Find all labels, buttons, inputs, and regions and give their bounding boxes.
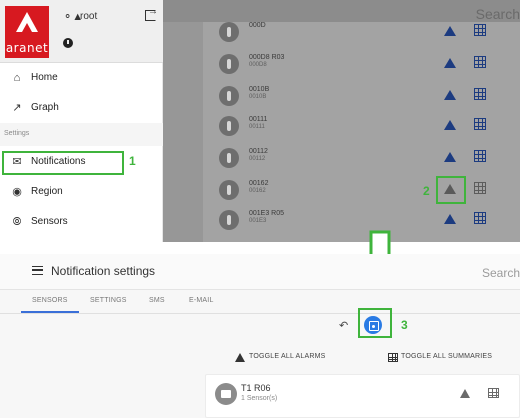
summary-toggle-icon[interactable] <box>474 212 486 224</box>
thermometer-icon <box>219 22 239 42</box>
thermometer-icon <box>219 54 239 74</box>
marker-3: 3 <box>401 318 408 332</box>
marker-2: 2 <box>423 184 430 198</box>
sensor-row[interactable]: 00162 00162 <box>203 176 520 208</box>
summary-grid-icon <box>388 353 398 362</box>
summary-toggle-icon[interactable] <box>474 24 486 36</box>
sidebar-item-label: Home <box>31 72 58 83</box>
logout-icon[interactable] <box>145 6 158 21</box>
sidebar-header: aranet ⚬▲ root <box>0 0 163 63</box>
highlight-notifications <box>2 151 124 175</box>
active-tab-indicator <box>21 311 79 313</box>
clock-icon[interactable] <box>63 38 73 48</box>
aranet-logo: aranet <box>5 6 49 58</box>
alarm-toggle-icon[interactable] <box>444 120 456 130</box>
sensor-id: 001E3 <box>249 218 267 224</box>
menu-icon[interactable] <box>32 266 43 275</box>
alarm-toggle-icon[interactable] <box>460 389 470 398</box>
logo-text: aranet <box>5 41 49 55</box>
summary-toggle-icon[interactable] <box>474 150 486 162</box>
sensor-id: 0010B <box>249 94 267 100</box>
alarm-toggle-icon[interactable] <box>444 152 456 162</box>
thermometer-icon <box>219 148 239 168</box>
page-title: Notification settings <box>51 264 156 278</box>
sidebar-item-sensors[interactable]: ⦾ Sensors <box>0 208 163 237</box>
sensor-name: 00162 <box>249 180 269 187</box>
folder-icon <box>215 383 237 405</box>
tab-sms[interactable]: SMS <box>149 297 165 304</box>
toggle-all-alarms-button[interactable]: TOGGLE ALL ALARMS <box>249 353 326 360</box>
toggle-all-summaries-button[interactable]: TOGGLE ALL SUMMARIES <box>401 353 492 360</box>
tab-bar: SENSORS SETTINGS SMS E-MAIL <box>0 290 520 314</box>
search-input[interactable]: Search <box>482 266 520 280</box>
tab-sensors[interactable]: SENSORS <box>32 297 68 304</box>
group-name: T1 R06 <box>241 383 271 393</box>
undo-icon[interactable]: ↶ <box>339 319 348 332</box>
home-icon: ⌂ <box>13 72 21 84</box>
sensor-row[interactable]: 000D <box>203 18 520 50</box>
alarm-toggle-icon[interactable] <box>444 26 456 36</box>
alarm-toggle-icon[interactable] <box>444 58 456 68</box>
thermometer-icon <box>219 180 239 200</box>
summary-toggle-icon[interactable] <box>474 118 486 130</box>
sensor-id: 00162 <box>249 188 266 194</box>
highlight-alarm-00162 <box>436 176 466 204</box>
sensor-name: 00111 <box>249 116 268 123</box>
user-name: root <box>80 11 98 22</box>
sensor-name: 001E3 R05 <box>249 210 285 217</box>
thermometer-icon <box>219 86 239 106</box>
list-item[interactable]: T1 R06 1 Sensor(s) <box>205 374 520 418</box>
sidebar-item-label: Region <box>31 186 63 197</box>
tab-email[interactable]: E-MAIL <box>189 297 214 304</box>
graph-icon: ↗ <box>12 102 22 114</box>
sidebar-item-graph[interactable]: ↗ Graph <box>0 94 163 123</box>
sensor-id: 00112 <box>249 156 266 162</box>
alarm-icon <box>235 353 245 362</box>
region-icon: ◉ <box>12 186 22 198</box>
sensor-row[interactable]: 0010B 0010B <box>203 82 520 114</box>
group-sensor-count: 1 Sensor(s) <box>241 395 278 402</box>
sensor-name: 000D <box>249 22 266 29</box>
highlight-save-button <box>358 308 392 338</box>
screenshot-top: Search 000D 000D8 R03 000D8 0010B 0010B 00111… <box>0 0 520 242</box>
marker-1: 1 <box>129 154 136 168</box>
sensor-name: 00112 <box>249 148 268 155</box>
sensor-id: 000D8 <box>249 62 267 68</box>
thermometer-icon <box>219 210 239 230</box>
summary-toggle-icon[interactable] <box>474 88 486 100</box>
sidebar: aranet ⚬▲ root ⌂ Home ↗ Graph Settings ✉… <box>0 0 163 242</box>
sidebar-item-label: Sensors <box>31 216 68 227</box>
sensor-name: 0010B <box>249 86 270 93</box>
sidebar-item-home[interactable]: ⌂ Home <box>0 64 163 93</box>
sidebar-item-label: Graph <box>31 102 59 113</box>
section-label-settings: Settings <box>4 130 30 137</box>
summary-toggle-icon[interactable] <box>474 56 486 68</box>
alarm-toggle-icon[interactable] <box>444 90 456 100</box>
screenshot-bottom: Notification settings Search SENSORS SET… <box>0 254 520 418</box>
sensors-icon: ⦾ <box>12 216 22 228</box>
sensor-id: 00111 <box>249 124 265 130</box>
summary-toggle-icon[interactable] <box>488 388 499 398</box>
alarm-toggle-icon[interactable] <box>444 214 456 224</box>
sensor-name: 000D8 R03 <box>249 54 285 61</box>
tab-settings[interactable]: SETTINGS <box>90 297 127 304</box>
sensor-row[interactable]: 000D8 R03 000D8 <box>203 50 520 82</box>
thermometer-icon <box>219 116 239 136</box>
app-header: Notification settings Search <box>0 254 520 290</box>
sensor-row[interactable]: 00112 00112 <box>203 144 520 176</box>
logo-triangle-inner <box>22 23 32 32</box>
summary-toggle-icon[interactable] <box>474 182 486 194</box>
sensor-row[interactable]: 00111 00111 <box>203 112 520 144</box>
sidebar-item-region[interactable]: ◉ Region <box>0 178 163 207</box>
